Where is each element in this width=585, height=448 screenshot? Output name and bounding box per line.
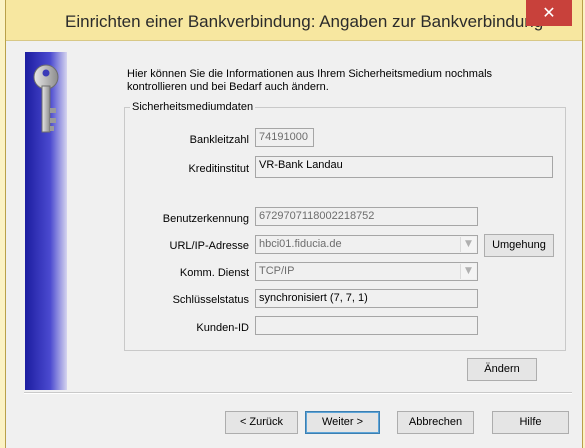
- cancel-button[interactable]: Abbrechen: [397, 411, 474, 434]
- window-title: Einrichten einer Bankverbindung: Angaben…: [65, 12, 544, 31]
- dienst-dropdown[interactable]: TCP/IP ▼: [255, 262, 478, 281]
- close-icon: ✕: [542, 3, 556, 22]
- benutzerkennung-field[interactable]: 6729707118002218752: [255, 207, 478, 226]
- url-label: URL/IP-Adresse: [169, 240, 249, 252]
- kreditinstitut-field[interactable]: VR-Bank Landau: [255, 156, 553, 178]
- umgehung-button[interactable]: Umgehung: [484, 234, 554, 257]
- bankleitzahl-label: Bankleitzahl: [189, 134, 249, 146]
- kunden-id-label: Kunden-ID: [196, 322, 249, 334]
- benutzerkennung-label: Benutzerkennung: [162, 213, 249, 225]
- button-separator: [24, 392, 572, 394]
- close-button[interactable]: ✕: [526, 0, 572, 26]
- url-dropdown[interactable]: hbci01.fiducia.de ▼: [255, 235, 478, 254]
- kunden-id-field[interactable]: [255, 316, 478, 335]
- schluesselstatus-label: Schlüsselstatus: [172, 294, 249, 306]
- wizard-sidebar-banner: [25, 52, 67, 390]
- chevron-down-icon[interactable]: ▼: [460, 237, 476, 252]
- back-button[interactable]: < Zurück: [225, 411, 298, 434]
- kreditinstitut-label: Kreditinstitut: [188, 163, 249, 175]
- intro-text: Hier können Sie die Informationen aus Ih…: [127, 68, 493, 93]
- dienst-value: TCP/IP: [259, 265, 295, 277]
- title-bar: Einrichten einer Bankverbindung: Angaben…: [6, 0, 582, 41]
- bankleitzahl-field[interactable]: 74191000: [255, 128, 314, 147]
- aendern-button[interactable]: Ändern: [467, 358, 537, 381]
- dienst-label: Komm. Dienst: [179, 267, 249, 279]
- next-button[interactable]: Weiter >: [305, 411, 380, 434]
- chevron-down-icon[interactable]: ▼: [460, 264, 476, 279]
- help-button[interactable]: Hilfe: [492, 411, 569, 434]
- key-icon: [33, 64, 59, 133]
- group-title: Sicherheitsmediumdaten: [130, 101, 256, 113]
- url-value: hbci01.fiducia.de: [259, 238, 342, 250]
- schluesselstatus-field[interactable]: synchronisiert (7, 7, 1): [255, 289, 478, 308]
